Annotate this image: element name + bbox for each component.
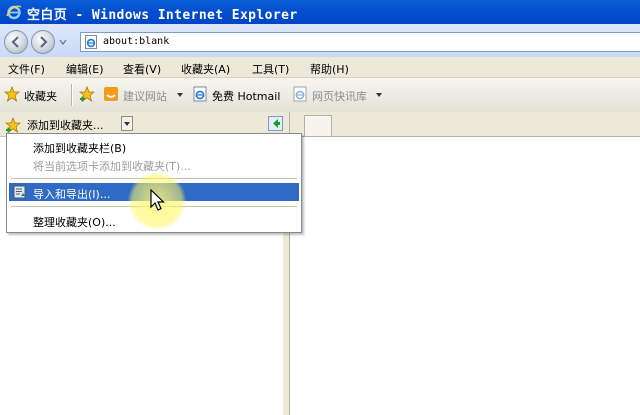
menu-help[interactable]: 帮助(H) xyxy=(310,61,349,77)
suggested-sites-icon xyxy=(104,87,118,101)
web-slice-gallery-label: 网页快讯库 xyxy=(312,90,367,103)
ie-logo-icon xyxy=(6,5,22,20)
favorites-button[interactable]: 收藏夹 xyxy=(4,86,66,104)
navigation-bar: about:blank xyxy=(0,24,640,57)
chevron-down-icon xyxy=(124,122,130,126)
add-to-favorites-dropdown[interactable] xyxy=(121,116,133,131)
free-hotmail-label: 免费 Hotmail xyxy=(212,90,281,103)
mouse-cursor-icon xyxy=(150,189,165,211)
import-export-icon xyxy=(13,185,26,199)
menu-item-label: 将当前选项卡添加到收藏夹(T)... xyxy=(33,160,191,173)
address-url: about:blank xyxy=(103,36,170,47)
forward-arrow-icon xyxy=(40,36,48,48)
add-to-favorites-bar-button[interactable] xyxy=(79,86,97,104)
favorites-bar: 收藏夹 建议网站 免费 Hotmail 网页快讯库 xyxy=(0,78,640,113)
ie-page-icon xyxy=(85,35,97,49)
forward-button[interactable] xyxy=(31,30,55,54)
menu-item-add-tabs-to-favorites: 将当前选项卡添加到收藏夹(T)... xyxy=(9,155,299,173)
add-to-favorites-label: 添加到收藏夹... xyxy=(27,119,104,132)
back-arrow-icon xyxy=(11,36,19,48)
chevron-down-icon xyxy=(177,93,183,97)
ie-page-icon xyxy=(293,86,307,102)
pin-favorites-center-button[interactable] xyxy=(268,116,283,131)
free-hotmail-link[interactable]: 免费 Hotmail xyxy=(192,86,292,104)
window-title: 空白页 - Windows Internet Explorer xyxy=(27,8,298,23)
menu-item-label: 导入和导出(I)... xyxy=(33,188,111,201)
menu-favorites[interactable]: 收藏夹(A) xyxy=(181,61,230,77)
add-to-favorites-button[interactable]: 添加到收藏夹... xyxy=(3,115,121,133)
menu-item-add-to-favorites-bar[interactable]: 添加到收藏夹栏(B) xyxy=(9,137,299,155)
separator xyxy=(71,84,73,106)
ie-page-icon xyxy=(193,86,207,102)
chevron-down-icon xyxy=(376,93,382,97)
web-slice-gallery-button[interactable]: 网页快讯库 xyxy=(292,86,384,104)
back-button[interactable] xyxy=(4,30,28,54)
recent-pages-dropdown-icon[interactable] xyxy=(59,38,67,46)
menu-bar: 文件(F) 编辑(E) 查看(V) 收藏夹(A) 工具(T) 帮助(H) xyxy=(0,57,640,78)
star-add-icon xyxy=(5,117,21,133)
suggested-sites-button[interactable]: 建议网站 xyxy=(103,86,185,104)
menu-item-label: 添加到收藏夹栏(B) xyxy=(33,142,127,155)
address-field[interactable]: about:blank xyxy=(80,32,640,52)
new-tab-button[interactable] xyxy=(304,115,332,136)
tab-strip xyxy=(290,112,640,137)
pin-arrow-icon xyxy=(273,119,280,128)
title-bar: 空白页 - Windows Internet Explorer xyxy=(0,0,640,24)
page-content xyxy=(289,112,640,415)
menu-edit[interactable]: 编辑(E) xyxy=(66,61,104,77)
menu-tools[interactable]: 工具(T) xyxy=(252,61,289,77)
menu-view[interactable]: 查看(V) xyxy=(123,61,161,77)
star-icon xyxy=(4,86,20,102)
star-add-icon xyxy=(79,86,95,102)
favorites-label: 收藏夹 xyxy=(24,90,57,103)
suggested-sites-label: 建议网站 xyxy=(123,90,167,103)
menu-item-label: 整理收藏夹(O)... xyxy=(33,216,116,229)
menu-file[interactable]: 文件(F) xyxy=(8,61,45,77)
